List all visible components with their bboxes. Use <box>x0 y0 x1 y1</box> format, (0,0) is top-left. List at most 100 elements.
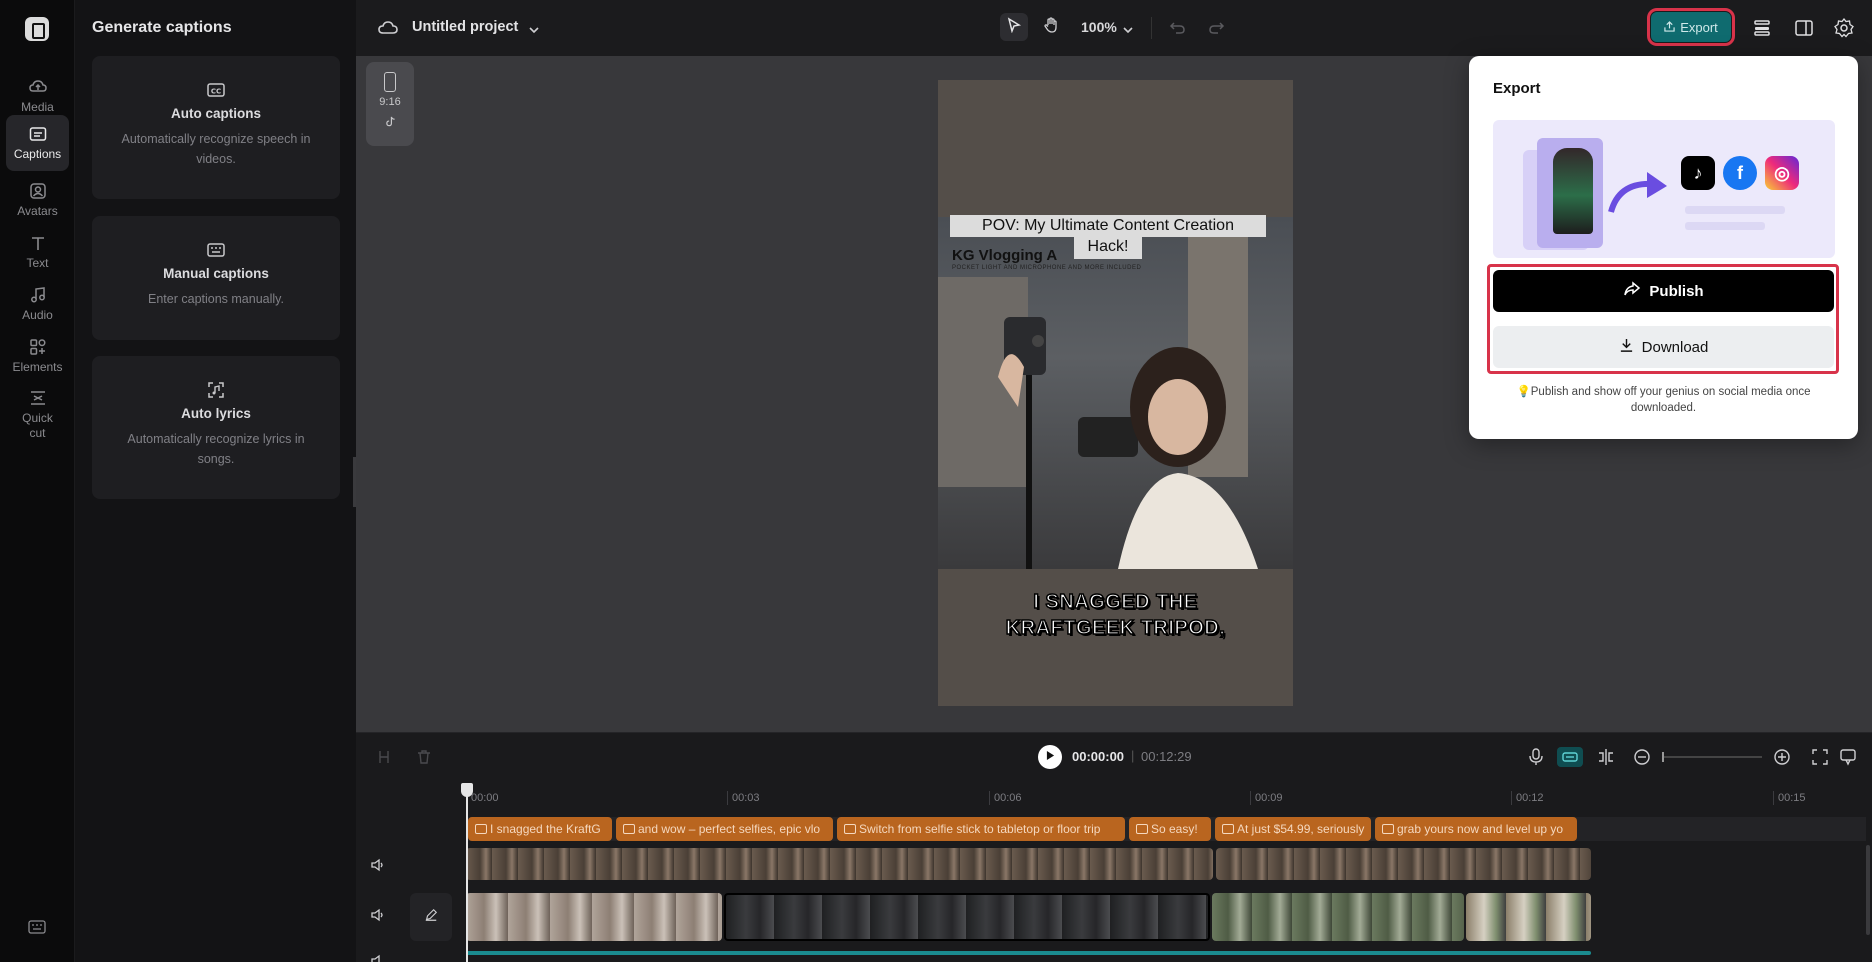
pencil-icon <box>424 908 438 927</box>
publish-label: Publish <box>1649 283 1703 300</box>
svg-text:CC: CC <box>211 88 221 96</box>
chevron-down-icon[interactable] <box>528 22 540 32</box>
manual-captions-card[interactable]: Manual captions Enter captions manually. <box>92 216 340 340</box>
export-button[interactable]: Export <box>1651 12 1731 42</box>
timeline-ruler[interactable]: 00:00 00:03 00:06 00:09 00:12 00:15 <box>356 785 1872 809</box>
auto-captions-desc: Automatically recognize speech in videos… <box>110 129 322 169</box>
keyboard-shortcuts-icon[interactable] <box>28 920 46 934</box>
select-tool-button[interactable] <box>1000 13 1028 41</box>
avatar-icon <box>29 182 47 200</box>
cloud-icon[interactable] <box>378 19 398 37</box>
magnet-track-icon[interactable] <box>1557 747 1583 767</box>
edit-cover-button[interactable] <box>410 893 452 941</box>
ruler-tick: 00:15 <box>1773 791 1806 805</box>
elements-icon <box>29 338 47 356</box>
share-icon <box>1623 281 1641 301</box>
audio-track[interactable] <box>466 951 1591 955</box>
panel-toggle-icon[interactable] <box>1793 17 1815 39</box>
timeline: 00:00:00 | 00:12:29 00:00 00:03 00:06 00… <box>356 732 1872 962</box>
speaker-icon[interactable] <box>370 857 386 873</box>
caption-clip[interactable]: At just $54.99, seriously <box>1215 817 1371 841</box>
nav-label-audio: Audio <box>22 308 53 322</box>
caption-clips: I snagged the KraftG and wow – perfect s… <box>466 817 1872 841</box>
pov-title-line2: Hack! <box>1074 237 1143 259</box>
pov-title-overlay[interactable]: POV: My Ultimate Content Creation Hack! <box>950 215 1266 263</box>
zoom-in-icon[interactable] <box>1772 747 1792 767</box>
main-video-clip[interactable] <box>1216 848 1591 880</box>
split-clip-icon[interactable] <box>1596 747 1616 767</box>
aspect-ratio-selector[interactable]: 9:16 <box>366 62 414 146</box>
export-tip-text: Publish and show off your genius on soci… <box>1531 386 1811 414</box>
split-icon[interactable] <box>376 749 392 765</box>
nav-item-text[interactable]: Text <box>6 224 69 280</box>
ruler-tick: 00:06 <box>989 791 1022 805</box>
zoom-slider-handle[interactable] <box>1662 752 1664 762</box>
nav-item-quick-cut[interactable]: Quick cut <box>6 380 69 450</box>
caption-clip[interactable]: So easy! <box>1129 817 1211 841</box>
download-button[interactable]: Download <box>1493 326 1834 368</box>
broll-clip[interactable] <box>1212 893 1464 941</box>
tiktok-icon <box>366 116 414 130</box>
publish-button[interactable]: Publish <box>1493 270 1834 312</box>
left-nav: Media Captions Avatars Text Audio Elemen… <box>0 0 75 962</box>
pov-title-line1: POV: My Ultimate Content Creation <box>950 215 1266 237</box>
app-logo[interactable] <box>25 17 49 41</box>
export-popover: Export ♪ f ◎ Publish Download 💡Publish a… <box>1469 56 1858 439</box>
speaker-icon[interactable] <box>370 953 386 962</box>
panel-title: Generate captions <box>92 19 232 37</box>
hand-tool-button[interactable] <box>1037 13 1065 41</box>
nav-item-captions[interactable]: Captions <box>6 115 69 171</box>
lightbulb-icon: 💡 <box>1516 386 1530 398</box>
gear-icon[interactable] <box>1833 17 1855 39</box>
aspect-ratio-label: 9:16 <box>366 96 414 108</box>
caption-clip[interactable]: grab yours now and level up yo <box>1375 817 1577 841</box>
broll-clip[interactable] <box>724 893 1210 941</box>
caption-clip[interactable]: I snagged the KraftG <box>468 817 612 841</box>
speaker-icon[interactable] <box>370 907 386 923</box>
video-preview[interactable]: KG Vlogging A POCKET LIGHT AND MICROPHON… <box>938 80 1293 706</box>
export-popover-title: Export <box>1493 80 1541 97</box>
main-video-clip[interactable] <box>466 848 1213 880</box>
play-button[interactable] <box>1038 745 1062 769</box>
layers-icon[interactable] <box>1751 17 1773 39</box>
nav-label-text: Text <box>26 256 48 270</box>
caption-clip[interactable]: and wow – perfect selfies, epic vlo <box>616 817 833 841</box>
nav-item-avatars[interactable]: Avatars <box>6 172 69 228</box>
caption-overlay[interactable]: I SNAGGED THE KRAFTGEEK TRIPOD, <box>938 589 1293 641</box>
export-icon <box>1664 20 1675 35</box>
auto-lyrics-card[interactable]: Auto lyrics Automatically recognize lyri… <box>92 356 340 499</box>
broll-clip[interactable] <box>466 893 722 941</box>
zoom-level[interactable]: 100% <box>1081 19 1117 35</box>
zoom-out-icon[interactable] <box>1632 747 1652 767</box>
captions-icon <box>29 125 47 143</box>
quick-cut-icon <box>29 389 47 407</box>
hero-placeholder-line <box>1685 206 1785 214</box>
fit-timeline-icon[interactable] <box>1810 747 1830 767</box>
broll-clip[interactable] <box>1466 893 1591 941</box>
download-label: Download <box>1642 339 1709 356</box>
ruler-tick: 00:12 <box>1511 791 1544 805</box>
playhead[interactable] <box>466 783 468 962</box>
undo-icon[interactable] <box>1168 17 1188 37</box>
ruler-tick: 00:09 <box>1250 791 1283 805</box>
media-icon <box>29 78 47 96</box>
cc-icon: CC <box>206 80 226 100</box>
auto-captions-card[interactable]: CC Auto captions Automatically recognize… <box>92 56 340 199</box>
chevron-down-icon[interactable] <box>1122 22 1134 32</box>
timeline-scrollbar[interactable] <box>1866 845 1870 935</box>
hero-placeholder-line <box>1685 222 1765 230</box>
export-hero-illustration: ♪ f ◎ <box>1493 120 1835 258</box>
ruler-tick: 00:03 <box>727 791 760 805</box>
redo-icon[interactable] <box>1206 17 1226 37</box>
zoom-slider[interactable] <box>1662 756 1762 758</box>
nav-label-elements: Elements <box>12 360 62 374</box>
nav-item-elements[interactable]: Elements <box>6 328 69 384</box>
microphone-icon[interactable] <box>1526 747 1546 767</box>
auto-lyrics-desc: Automatically recognize lyrics in songs. <box>110 429 322 469</box>
caption-clip[interactable]: Switch from selfie stick to tabletop or … <box>837 817 1125 841</box>
project-title[interactable]: Untitled project <box>412 19 518 35</box>
trash-icon[interactable] <box>416 749 432 765</box>
nav-item-audio[interactable]: Audio <box>6 276 69 332</box>
caption-line1: I SNAGGED THE <box>938 589 1293 615</box>
comment-icon[interactable] <box>1838 747 1858 767</box>
